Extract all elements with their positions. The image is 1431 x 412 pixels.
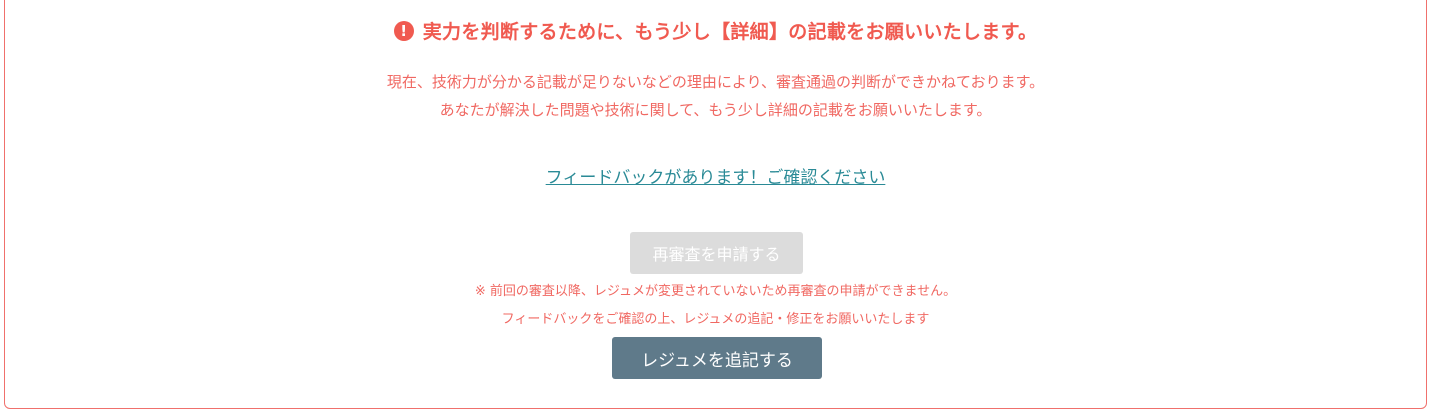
rereview-request-button[interactable]: 再審査を申請する: [630, 232, 803, 274]
review-alert-panel: ! 実力を判断するために、もう少し【詳細】の記載をお願いいたします。 現在、技術…: [4, 0, 1427, 409]
alert-description-line1: 現在、技術力が分かる記載が足りないなどの理由により、審査通過の判断ができかねてお…: [386, 73, 1045, 91]
alert-description-line2: あなたが解決した問題や技術に関して、もう少し詳細の記載をお願いいたします。: [439, 101, 992, 119]
rereview-note-line1: ※ 前回の審査以降、レジュメが変更されていないため再審査の申請ができません。: [474, 284, 957, 299]
exclamation-circle-icon: !: [393, 20, 414, 41]
alert-title: 実力を判断するために、もう少し【詳細】の記載をお願いいたします。: [422, 21, 1038, 43]
alert-title-row: ! 実力を判断するために、もう少し【詳細】の記載をお願いいたします。: [5, 17, 1426, 44]
rereview-note-line2: フィードバックをご確認の上、レジュメの追記・修正をお願いいたします: [501, 312, 930, 327]
feedback-link-row: フィードバックがあります！ご確認ください: [5, 163, 1426, 188]
append-resume-button[interactable]: レジュメを追記する: [612, 337, 822, 379]
feedback-link[interactable]: フィードバックがあります！ご確認ください: [546, 168, 886, 188]
